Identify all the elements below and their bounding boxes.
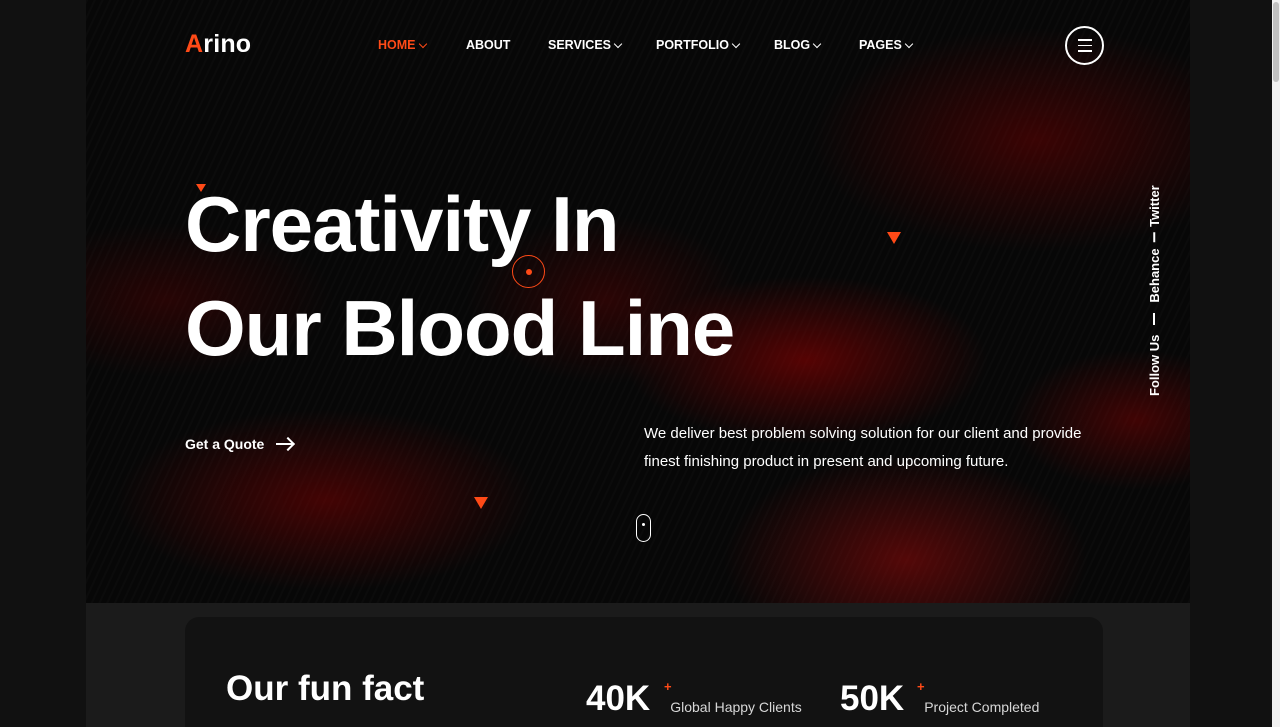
hero-description: We deliver best problem solving solution… xyxy=(644,425,1082,470)
triangle-shape xyxy=(887,232,901,244)
stat-value: 40K xyxy=(586,679,651,718)
social-links: Follow Us Behance Twitter xyxy=(1144,176,1164,396)
nav-label: PAGES xyxy=(859,38,902,52)
social-link-twitter[interactable]: Twitter xyxy=(1147,185,1162,227)
nav-label: PORTFOLIO xyxy=(656,38,729,52)
menu-line xyxy=(1077,39,1092,41)
mouse-scroll-icon[interactable] xyxy=(636,514,651,542)
hero-title-line: Creativity In xyxy=(185,180,619,268)
plus-icon: + xyxy=(664,679,672,694)
nav-item-blog[interactable]: BLOG xyxy=(774,38,822,52)
scrollbar[interactable] xyxy=(1272,0,1280,727)
page-frame: Arino HOME ABOUT SERVICES PORTFOLIO BLOG… xyxy=(86,0,1190,727)
funfact-section: Our fun fact 40K + Global Happy Clients … xyxy=(86,603,1190,727)
divider xyxy=(1153,312,1155,325)
social-link-behance[interactable]: Behance xyxy=(1147,248,1162,302)
nav-item-services[interactable]: SERVICES xyxy=(548,38,623,52)
hero-section: Arino HOME ABOUT SERVICES PORTFOLIO BLOG… xyxy=(86,0,1190,603)
stat-value: 50K xyxy=(840,679,905,718)
nav-label: HOME xyxy=(378,38,416,52)
logo-letter: A xyxy=(185,30,204,58)
nav-label: SERVICES xyxy=(548,38,611,52)
nav-item-pages[interactable]: PAGES xyxy=(859,38,914,52)
nav-item-portfolio[interactable]: PORTFOLIO xyxy=(656,38,741,52)
site-logo[interactable]: Arino xyxy=(185,30,251,59)
logo-text: rino xyxy=(203,30,252,58)
arrow-right-icon xyxy=(276,443,294,445)
get-quote-button[interactable]: Get a Quote xyxy=(185,436,294,452)
funfact-title: Our fun fact xyxy=(226,669,425,708)
follow-us-label: Follow Us xyxy=(1146,334,1162,396)
plus-icon: + xyxy=(917,679,925,694)
nav-item-about[interactable]: ABOUT xyxy=(466,38,510,52)
stat-happy-clients: 40K + Global Happy Clients xyxy=(586,679,802,718)
chevron-down-icon xyxy=(613,39,623,48)
menu-line xyxy=(1077,44,1092,47)
chevron-down-icon xyxy=(904,39,914,48)
nav-label: ABOUT xyxy=(466,38,511,52)
scrollbar-thumb[interactable] xyxy=(1273,2,1279,82)
get-quote-label: Get a Quote xyxy=(185,436,265,452)
stat-label: Project Completed xyxy=(924,699,1040,715)
triangle-shape xyxy=(474,497,488,509)
stat-projects: 50K + Project Completed xyxy=(840,679,1040,718)
chevron-down-icon xyxy=(812,39,822,48)
chevron-down-icon xyxy=(731,39,741,48)
nav-label: BLOG xyxy=(774,38,811,52)
hero-title: Creativity In Our Blood Line xyxy=(185,172,735,380)
funfact-card: Our fun fact 40K + Global Happy Clients … xyxy=(185,617,1103,727)
chevron-down-icon xyxy=(418,39,427,48)
menu-line xyxy=(1077,50,1092,52)
stat-label: Global Happy Clients xyxy=(670,699,802,715)
hero-title-line: Our Blood Line xyxy=(185,284,735,372)
divider xyxy=(1153,232,1155,243)
hamburger-icon[interactable] xyxy=(1065,26,1104,65)
nav-item-home[interactable]: HOME xyxy=(378,38,427,52)
